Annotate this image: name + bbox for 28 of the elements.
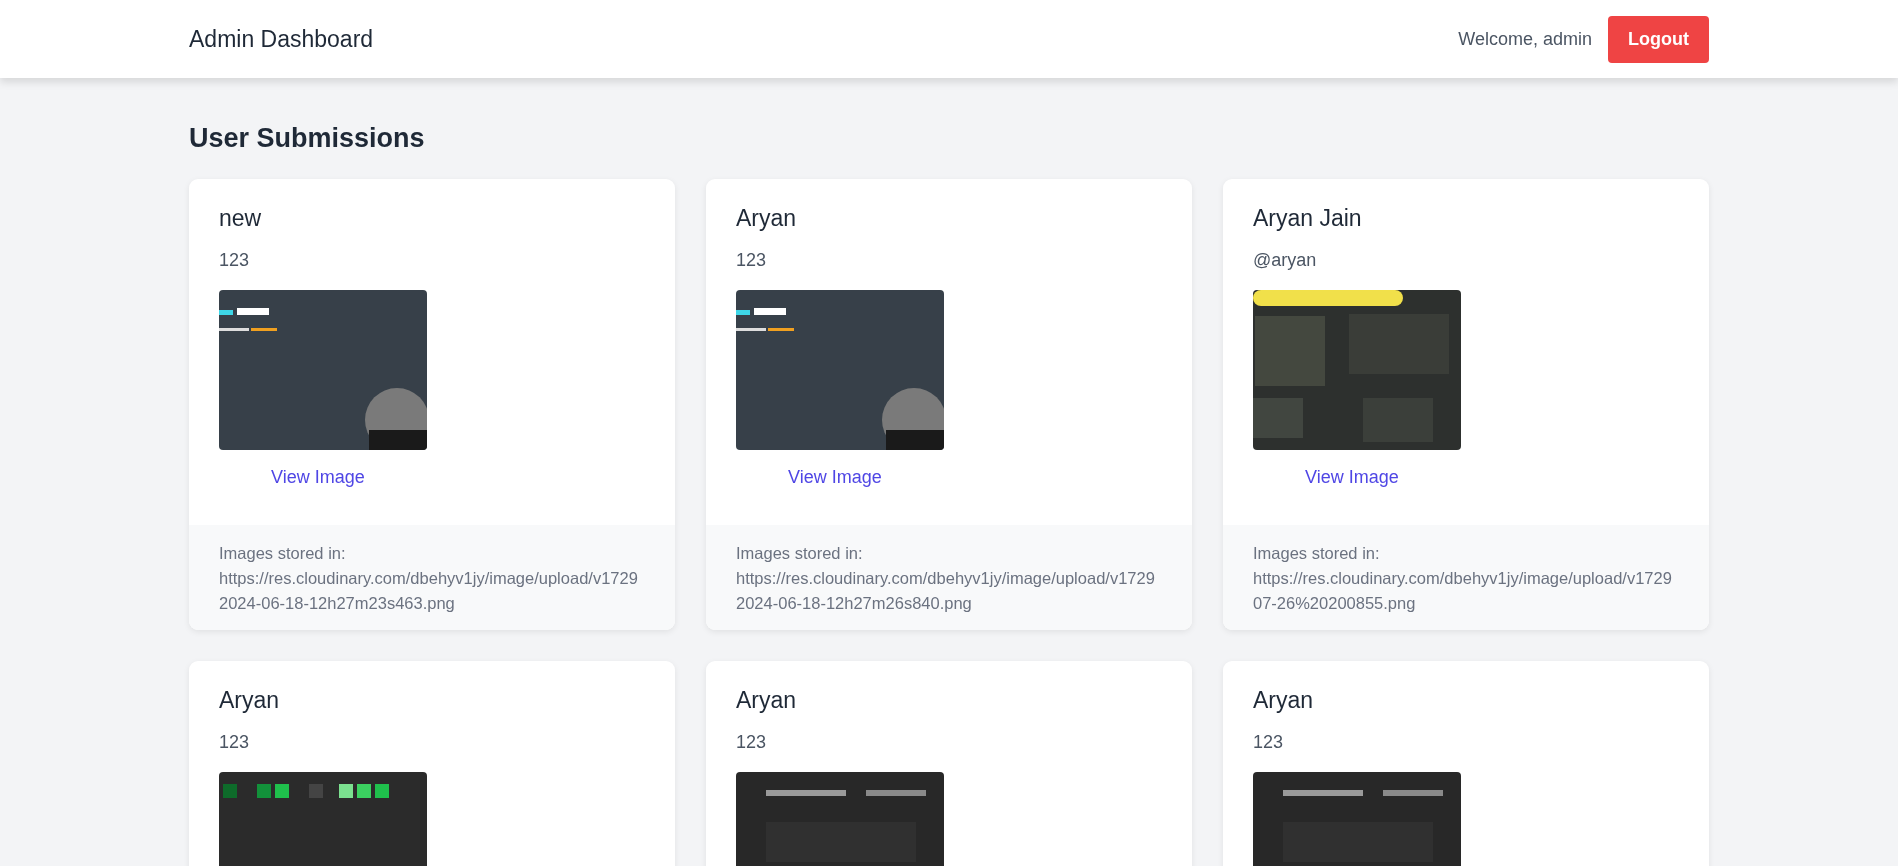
brand-title: Admin Dashboard (189, 24, 374, 54)
logout-button[interactable]: Logout (1608, 15, 1709, 63)
storage-url-text: 07-26%20200855.png (1253, 593, 1417, 614)
view-image-link[interactable]: View Image (788, 464, 882, 491)
storage-url-text: 2024-06-18-12h27m26s840.png (736, 593, 973, 614)
storage-url-text: https://res.cloudinary.com/dbehyv1jy/image/upload/v1729 (736, 568, 1156, 589)
submitter-name: new (219, 205, 263, 233)
submission-subtitle: @aryan (1253, 249, 1318, 272)
storage-url-text: 2024-06-18-12h27m23s463.png (219, 593, 456, 614)
submission-subtitle: 123 (736, 249, 768, 272)
welcome-text: Welcome, admin (1458, 27, 1592, 51)
storage-label: Images stored in: (219, 543, 347, 564)
storage-label: Images stored in: (1253, 543, 1381, 564)
submission-subtitle: 123 (736, 730, 768, 754)
submitter-name: Aryan (1253, 687, 1315, 715)
submitter-name: Aryan (736, 205, 798, 233)
page-heading: User Submissions (189, 122, 426, 155)
storage-label: Images stored in: (736, 543, 864, 564)
submitter-name: Aryan Jain (1253, 205, 1363, 233)
storage-url-text: https://res.cloudinary.com/dbehyv1jy/image/upload/v1729 (219, 568, 639, 589)
submitter-name: Aryan (219, 687, 281, 715)
submission-subtitle: 123 (219, 730, 251, 754)
submission-subtitle: 123 (219, 249, 251, 272)
submitter-name: Aryan (736, 687, 798, 715)
storage-url-text: https://res.cloudinary.com/dbehyv1jy/image/upload/v1729 (1253, 568, 1673, 589)
view-image-link[interactable]: View Image (271, 464, 365, 491)
submission-subtitle: 123 (1253, 730, 1285, 754)
view-image-link[interactable]: View Image (1305, 464, 1399, 491)
